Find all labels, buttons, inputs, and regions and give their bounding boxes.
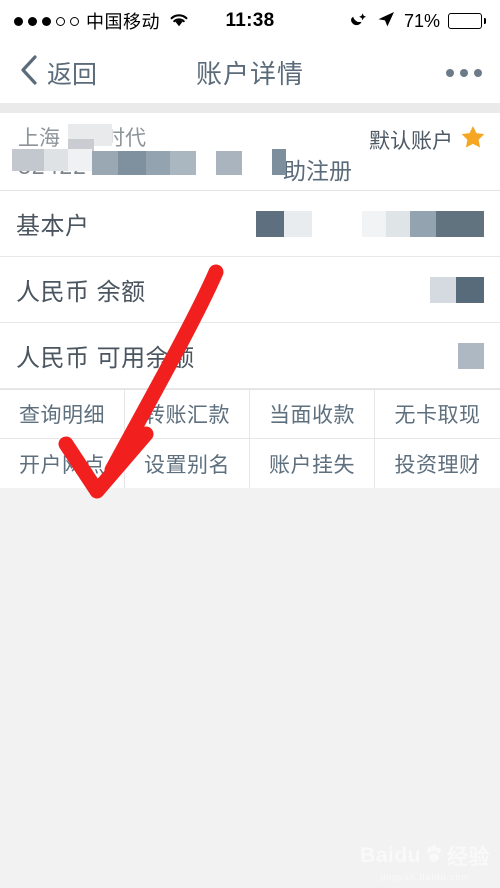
app-root: 中国移动 11:38 71% 返回 账户详情 上海 E时代 助注册 默认账户 基…	[0, 0, 500, 888]
redaction-block	[44, 149, 68, 171]
redaction-block	[68, 149, 92, 171]
row-value-redacted	[256, 210, 484, 237]
action-button-query-details[interactable]: 查询明细	[0, 390, 125, 439]
action-button-investment[interactable]: 投资理财	[375, 439, 500, 488]
redaction-block	[92, 151, 118, 175]
redaction-block	[118, 151, 146, 175]
redaction-block	[386, 210, 410, 237]
battery-percent-label: 71%	[403, 10, 440, 31]
redaction-block	[12, 149, 44, 171]
redaction-block	[456, 276, 484, 303]
watermark-main: Baidu 经验	[360, 841, 490, 871]
status-bar-right: 71%	[348, 10, 486, 33]
section-divider	[0, 103, 500, 113]
action-button-transfer[interactable]: 转账汇款	[125, 390, 250, 439]
action-button-cardless-withdraw[interactable]: 无卡取现	[375, 390, 500, 439]
more-dots-icon	[474, 68, 482, 77]
redaction-block	[256, 210, 284, 237]
action-button-report-loss[interactable]: 账户挂失	[250, 439, 375, 488]
watermark-suffix: 经验	[447, 846, 490, 869]
chevron-left-icon	[18, 54, 40, 91]
account-register-label: 助注册	[283, 158, 352, 184]
redaction-block	[216, 151, 242, 175]
redaction-block	[362, 210, 386, 237]
battery-icon	[448, 13, 486, 29]
default-account-badge: 默认账户	[369, 124, 486, 155]
action-grid-panel: 查询明细 转账汇款 当面收款 无卡取现 开户网点 设置别名 账户挂失 投资理财	[0, 389, 500, 488]
action-button-account-branch[interactable]: 开户网点	[0, 439, 125, 488]
redaction-block	[312, 211, 362, 237]
redaction-block	[436, 210, 484, 237]
watermark: Baidu 经验 jingyan.baidu.com	[360, 841, 490, 882]
alarm-icon	[348, 10, 368, 33]
location-arrow-icon	[376, 10, 396, 33]
account-name-part1: 上海	[18, 127, 60, 150]
redaction-block	[458, 342, 484, 369]
row-label: 基本户	[16, 213, 90, 240]
back-button[interactable]: 返回	[18, 54, 97, 91]
account-detail-rows: 基本户 人民币 余额 人民币 可用余额	[0, 191, 500, 389]
table-row[interactable]: 人民币 可用余额	[0, 323, 500, 389]
navigation-bar: 返回 账户详情	[0, 42, 500, 103]
row-value-redacted	[430, 276, 484, 303]
table-row[interactable]: 基本户	[0, 191, 500, 257]
row-value-redacted	[458, 342, 484, 369]
more-dots-icon	[460, 68, 468, 77]
action-grid: 查询明细 转账汇款 当面收款 无卡取现 开户网点 设置别名 账户挂失 投资理财	[0, 390, 500, 488]
redaction-block	[284, 210, 312, 237]
back-button-label: 返回	[47, 60, 98, 89]
redaction-block	[410, 210, 436, 237]
more-options-button[interactable]	[446, 68, 482, 77]
star-icon[interactable]	[460, 124, 486, 155]
default-account-label: 默认账户	[369, 129, 453, 153]
redaction-block	[430, 276, 456, 303]
row-label: 人民币 余额	[16, 279, 146, 306]
redaction-block	[170, 151, 196, 175]
watermark-sub: jingyan.baidu.com	[380, 872, 470, 882]
watermark-brand: Baidu	[360, 844, 421, 867]
paw-icon	[423, 844, 445, 869]
more-dots-icon	[446, 68, 454, 77]
table-row[interactable]: 人民币 余额	[0, 257, 500, 323]
redaction-block	[146, 151, 170, 175]
row-label: 人民币 可用余额	[16, 345, 195, 372]
action-button-set-alias[interactable]: 设置别名	[125, 439, 250, 488]
redaction-block	[272, 149, 286, 175]
action-button-face-to-face-collect[interactable]: 当面收款	[250, 390, 375, 439]
status-bar: 中国移动 11:38 71%	[0, 0, 500, 42]
account-header[interactable]: 上海E时代 32422 助注册 默认账户	[0, 113, 500, 191]
